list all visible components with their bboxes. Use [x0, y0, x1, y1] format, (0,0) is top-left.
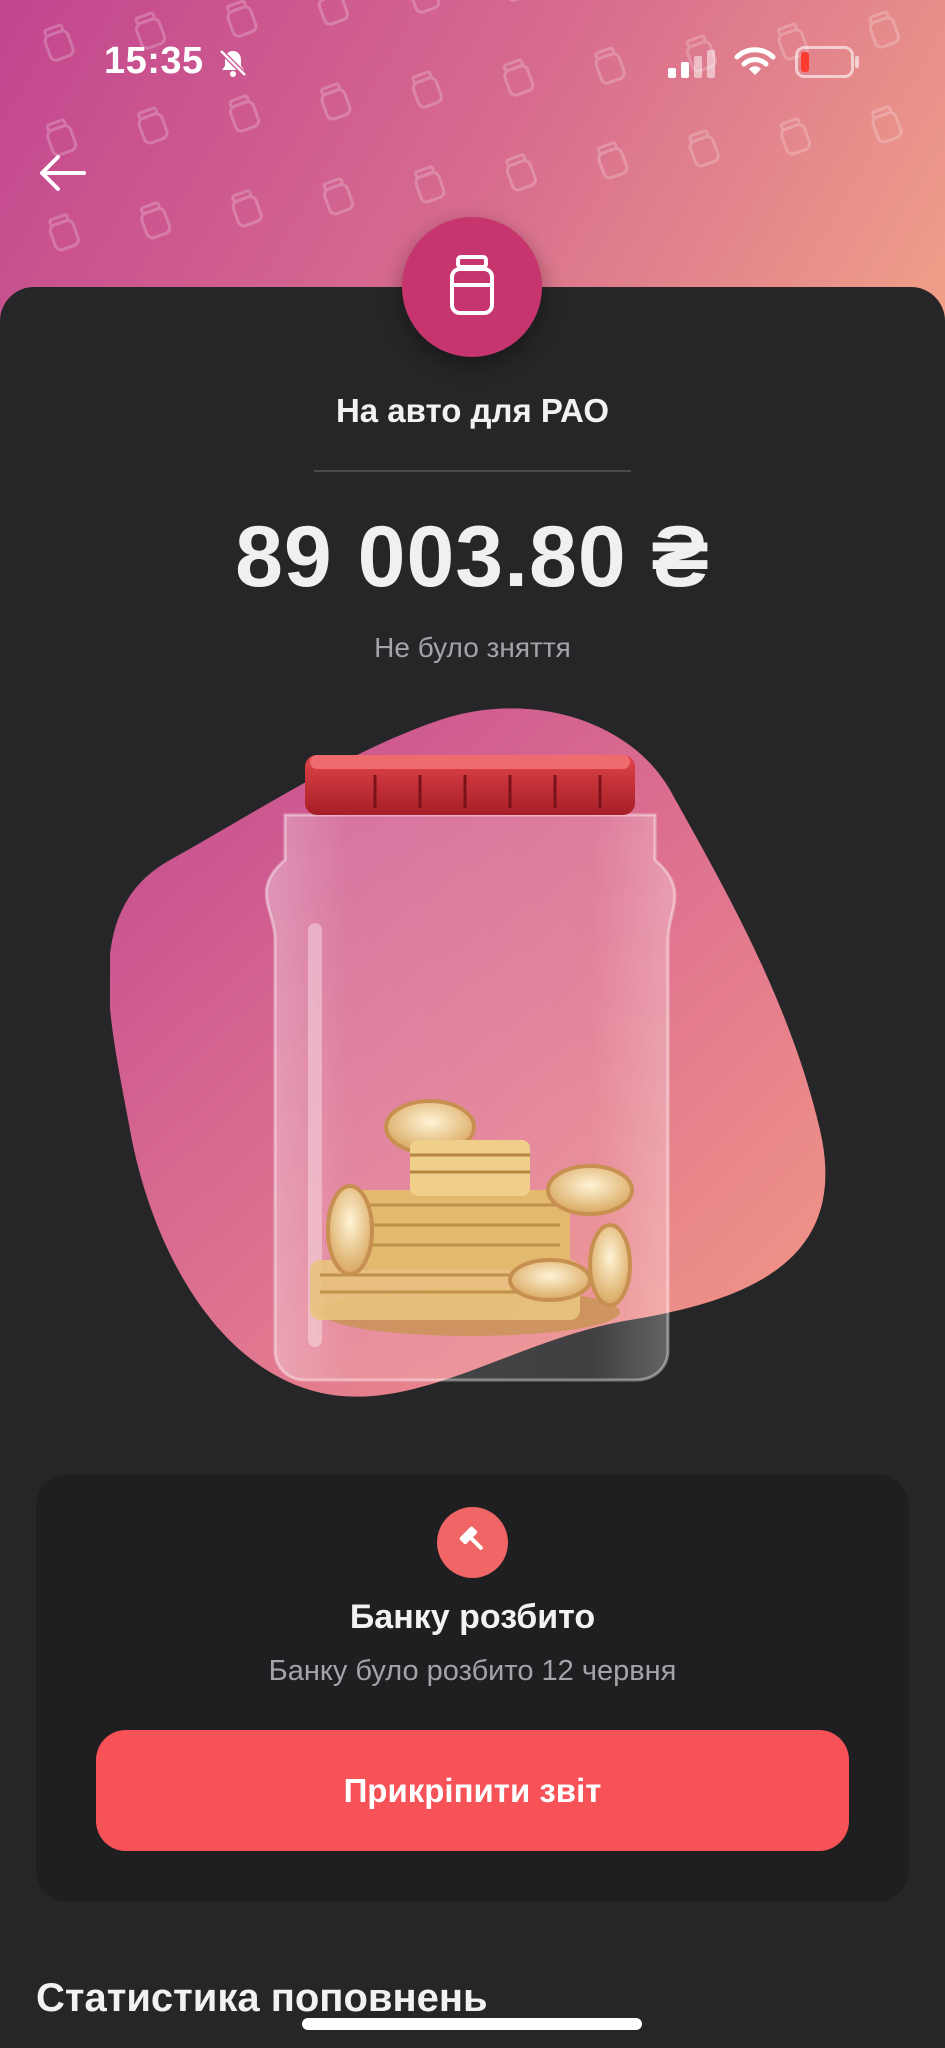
hammer-badge: [437, 1507, 508, 1578]
arrow-left-icon: [38, 153, 86, 198]
status-bar: 15:35: [0, 0, 945, 120]
jar-avatar: [402, 217, 542, 357]
jar-icon: [448, 254, 496, 320]
divider: [314, 470, 631, 472]
battery-low-icon: [795, 46, 861, 83]
bell-off-icon: [218, 48, 248, 83]
status-subtitle: Банку було розбито 12 червня: [268, 1655, 677, 1687]
jar-balance: 89 003.80 ₴: [235, 509, 710, 605]
section-heading-statistics: Статистика поповнень: [36, 1976, 488, 2020]
home-indicator[interactable]: [302, 2018, 642, 2030]
cellular-signal-icon: [668, 50, 718, 83]
status-title: Банку розбито: [349, 1598, 596, 1636]
withdraw-status: Не було зняття: [374, 632, 571, 663]
wifi-icon: [734, 45, 776, 84]
jar-illustration: [110, 708, 826, 1397]
status-time: 15:35: [104, 40, 204, 82]
back-button[interactable]: [34, 150, 90, 200]
attach-report-button[interactable]: Прикріпити звіт: [96, 1730, 849, 1851]
jar-title: На авто для РАО: [335, 392, 610, 429]
hammer-icon: [456, 1523, 490, 1562]
